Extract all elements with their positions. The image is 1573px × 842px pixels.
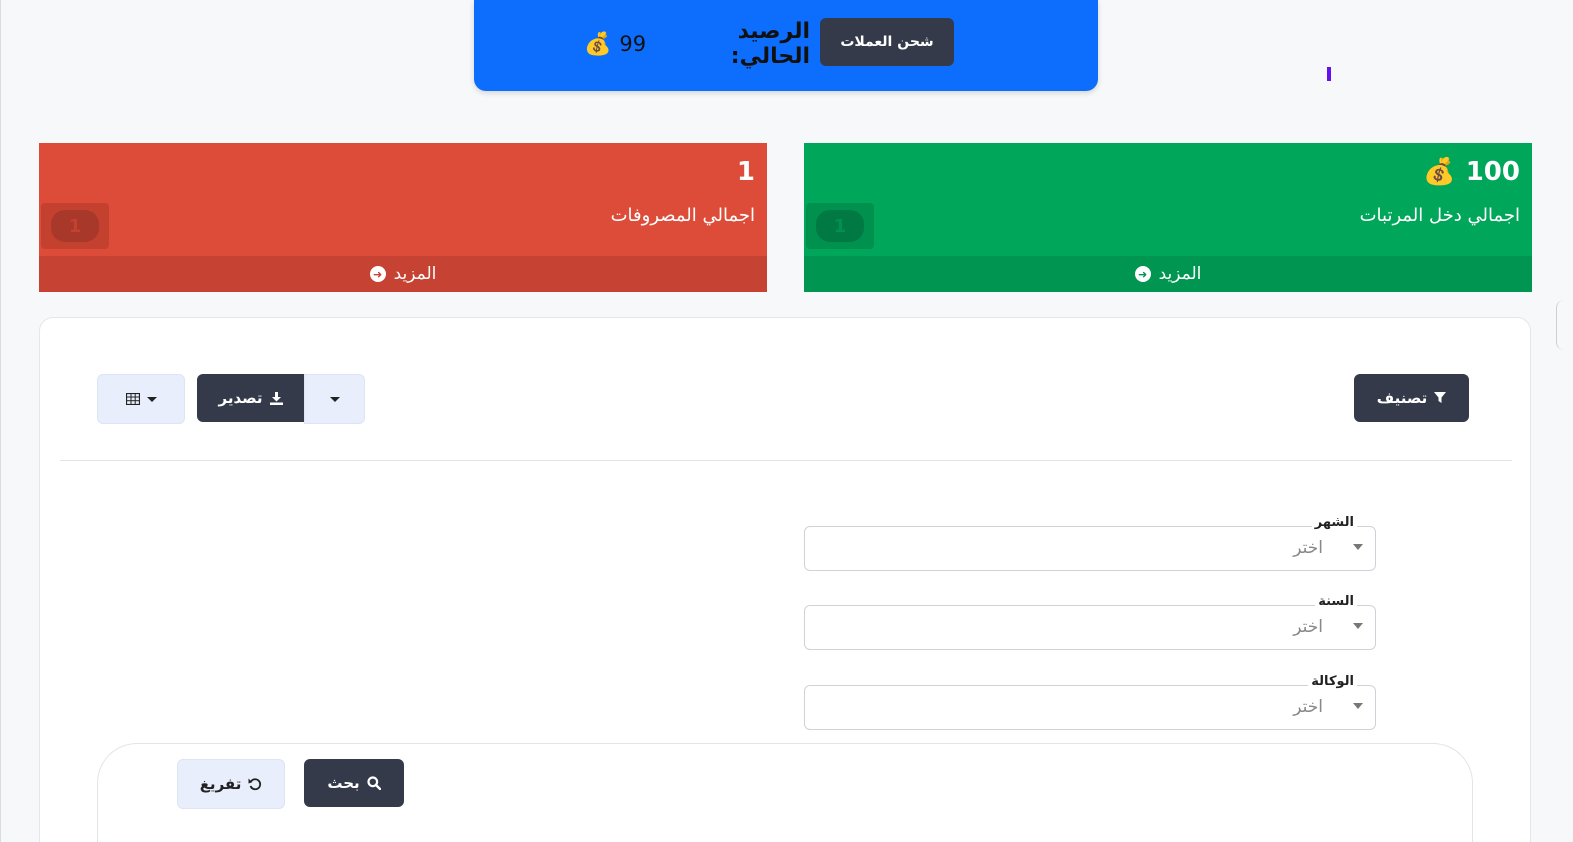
money-bag-icon: 💰 xyxy=(584,31,612,57)
balance-value: 99 xyxy=(619,32,647,56)
undo-icon xyxy=(248,778,262,791)
arrow-circle-icon: ➜ xyxy=(369,266,386,282)
balance-bar: شحن العملات الرصيد الحالي: 99 💰 xyxy=(474,0,1098,91)
income-value-row: 100 💰 xyxy=(1423,157,1520,187)
arrow-circle-icon: ➜ xyxy=(1134,266,1151,282)
month-value: اختر xyxy=(1293,538,1323,558)
filter-label: تصنيف xyxy=(1376,389,1428,407)
divider xyxy=(60,460,1512,461)
money-bill-icon: 1 xyxy=(806,203,874,249)
year-label: السنة xyxy=(1315,594,1357,609)
caret-down-icon xyxy=(1353,703,1363,709)
caret-down-icon xyxy=(329,396,340,402)
income-value: 100 xyxy=(1465,157,1520,187)
accent-mark xyxy=(1327,67,1331,81)
search-icon xyxy=(367,776,381,790)
side-handle[interactable] xyxy=(1556,300,1573,350)
reset-label: تفريغ xyxy=(199,775,242,793)
search-button[interactable]: بحث xyxy=(304,759,404,807)
table-icon xyxy=(125,393,140,405)
month-select[interactable]: الشهر اختر xyxy=(804,515,1376,571)
agency-value: اختر xyxy=(1293,697,1323,717)
export-label: تصدير xyxy=(218,389,263,407)
filter-icon xyxy=(1434,392,1447,403)
year-value: اختر xyxy=(1293,617,1323,637)
agency-label: الوكالة xyxy=(1308,674,1357,689)
caret-down-icon xyxy=(1353,544,1363,550)
filter-button[interactable]: تصنيف xyxy=(1354,374,1469,422)
search-label: بحث xyxy=(327,774,360,792)
export-button[interactable]: تصدير xyxy=(197,374,304,422)
main-panel: تصنيف تصدير الشهر اختر السنة اختر الوكال… xyxy=(39,317,1531,842)
more-label: المزيد xyxy=(393,264,437,284)
reset-button[interactable]: تفريغ xyxy=(177,759,285,809)
month-label: الشهر xyxy=(1311,515,1357,530)
actions-bar: بحث تفريغ xyxy=(97,743,1473,842)
columns-toggle-button[interactable] xyxy=(97,374,185,424)
money-bag-icon: 💰 xyxy=(1423,157,1456,187)
expenses-value-row: 1 xyxy=(737,157,755,187)
income-caption: اجمالي دخل المرتبات xyxy=(1359,205,1520,226)
more-label: المزيد xyxy=(1158,264,1202,284)
expenses-more-link[interactable]: المزيد ➜ xyxy=(39,256,767,292)
expenses-card: 1 اجمالي المصروفات 1 المزيد ➜ xyxy=(39,143,767,292)
page-left-border xyxy=(0,0,1,842)
caret-down-icon xyxy=(146,396,157,402)
money-bill-icon: 1 xyxy=(41,203,109,249)
balance-label: الرصيد الحالي: xyxy=(730,19,810,69)
recharge-coins-button[interactable]: شحن العملات xyxy=(820,18,954,66)
income-card: 100 💰 اجمالي دخل المرتبات 1 المزيد ➜ xyxy=(804,143,1532,292)
agency-select[interactable]: الوكالة اختر xyxy=(804,674,1376,730)
year-select[interactable]: السنة اختر xyxy=(804,594,1376,650)
income-more-link[interactable]: المزيد ➜ xyxy=(804,256,1532,292)
export-dropdown-toggle[interactable] xyxy=(304,374,365,424)
balance-display: الرصيد الحالي: 99 💰 xyxy=(584,19,810,69)
expenses-caption: اجمالي المصروفات xyxy=(610,205,755,226)
download-icon xyxy=(269,391,283,405)
expenses-value: 1 xyxy=(736,157,755,187)
caret-down-icon xyxy=(1353,623,1363,629)
